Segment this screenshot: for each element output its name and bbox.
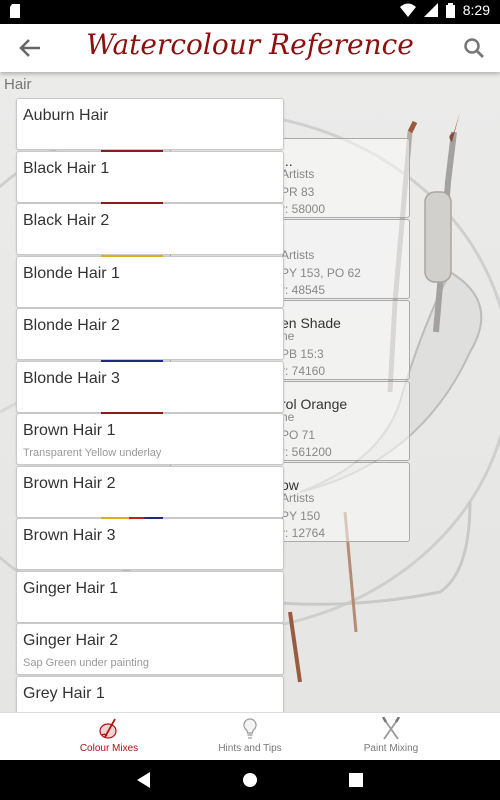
- brush-palette-icon: [99, 718, 117, 739]
- list-item-name: Ginger Hair 1: [23, 579, 119, 597]
- lightbulb-icon: [243, 718, 257, 739]
- colour-swatch-stripe: [101, 202, 163, 204]
- list-item-name: Grey Hair 1: [23, 684, 105, 702]
- paint-card-line: r: 74160: [281, 364, 326, 378]
- sd-card-icon: [10, 4, 20, 18]
- paint-card-line: PR 83: [281, 185, 315, 199]
- list-item[interactable]: Blonde Hair 2: [16, 308, 284, 360]
- paint-card-line: r: 561200: [281, 445, 332, 459]
- status-time: 8:29: [462, 2, 490, 18]
- list-item-name: Black Hair 2: [23, 212, 110, 229]
- tab-paint-mixing[interactable]: Paint Mixing: [308, 713, 474, 761]
- paint-card-line: Artists: [281, 167, 315, 181]
- paint-card-line: Artists: [281, 248, 315, 262]
- home-circle-icon[interactable]: [242, 772, 258, 788]
- list-item[interactable]: Blonde Hair 1: [16, 254, 284, 308]
- battery-icon: [445, 2, 455, 18]
- list-item-name: Auburn Hair: [23, 107, 109, 124]
- paint-card-line: r: 12764: [281, 526, 326, 540]
- list-item-subtitle: Sap Green under painting: [23, 657, 149, 669]
- list-item-name: Blonde Hair 2: [23, 317, 120, 334]
- app-title: Watercolour Reference: [86, 28, 414, 61]
- colour-swatch-stripe: [101, 359, 163, 362]
- paint-card-line: Artists: [281, 491, 315, 505]
- paint-card-line: PO 71: [281, 428, 316, 442]
- list-item[interactable]: Brown Hair 3: [16, 517, 284, 570]
- list-item[interactable]: Black Hair 2: [16, 202, 284, 255]
- colour-swatch-stripe: [101, 254, 163, 257]
- list-item-name: Brown Hair 3: [23, 527, 116, 544]
- list-item-name: Brown Hair 1: [23, 422, 116, 439]
- paint-card-line: r: 58000: [281, 202, 326, 216]
- system-navigation-bar: [0, 760, 500, 800]
- status-bar: 8:29: [0, 0, 500, 24]
- colour-swatch-stripe: [101, 149, 163, 152]
- list-item[interactable]: Black Hair 1: [16, 149, 284, 203]
- list-item[interactable]: Blonde Hair 3: [16, 359, 284, 413]
- list-item[interactable]: Brown Hair 1 Transparent Yellow underlay: [16, 412, 284, 465]
- list-item-name: Blonde Hair 3: [23, 369, 120, 387]
- recents-square-icon[interactable]: [349, 773, 363, 787]
- wifi-icon: [399, 3, 416, 17]
- crossed-brushes-icon: [381, 717, 401, 740]
- paint-card-line: PY 153, PO 62: [281, 266, 361, 280]
- list-item[interactable]: Auburn Hair: [16, 98, 284, 150]
- paint-card-line: r: 48545: [281, 283, 326, 297]
- colour-swatch-stripe: [101, 412, 163, 414]
- tab-label: Paint Mixing: [363, 743, 419, 754]
- list-item-subtitle: Transparent Yellow underlay: [23, 447, 162, 459]
- list-item-name: Ginger Hair 2: [23, 632, 119, 649]
- list-item[interactable]: Ginger Hair 2 Sap Green under painting: [16, 623, 284, 675]
- list-item-name: Blonde Hair 1: [23, 264, 120, 282]
- list-item[interactable]: Ginger Hair 1: [16, 570, 284, 623]
- paint-card-line: PY 150: [281, 509, 321, 523]
- paint-card-line: PB 15:3: [281, 347, 324, 361]
- bottom-navigation: Colour Mixes Hints and Tips Paint Mixing: [0, 712, 500, 761]
- list-item[interactable]: Brown Hair 2: [16, 465, 284, 518]
- hair-dropdown-list: Auburn Hair Black Hair 1 Black Hair 2 Bl…: [16, 98, 284, 712]
- app-bar: Watercolour Reference: [0, 24, 500, 72]
- back-triangle-icon[interactable]: [137, 772, 151, 788]
- list-item-name: Black Hair 1: [23, 159, 110, 177]
- colour-swatch-stripe: [101, 517, 163, 519]
- section-label: Hair: [4, 76, 32, 93]
- list-item-name: Brown Hair 2: [23, 474, 116, 492]
- signal-icon: [423, 3, 438, 17]
- search-icon[interactable]: [462, 36, 486, 60]
- main-content: Hair ... Artists PR 83 r: 58000 Artists …: [0, 72, 500, 712]
- list-item[interactable]: Grey Hair 1: [16, 675, 284, 712]
